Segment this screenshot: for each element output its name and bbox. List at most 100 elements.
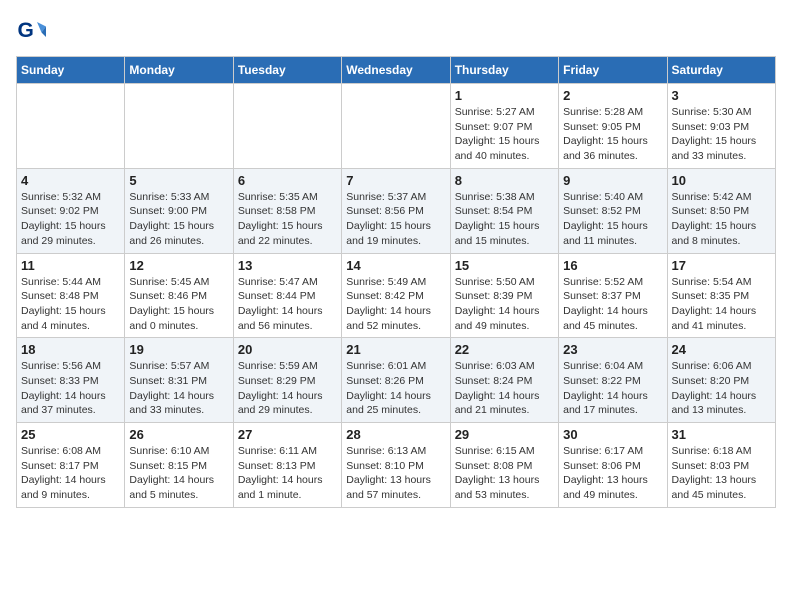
calendar-cell [342,84,450,169]
day-info: Sunrise: 5:32 AM Sunset: 9:02 PM Dayligh… [21,190,120,249]
day-number: 13 [238,258,337,273]
calendar-week-row: 11 Sunrise: 5:44 AM Sunset: 8:48 PM Dayli… [17,253,776,338]
calendar-cell: 6 Sunrise: 5:35 AM Sunset: 8:58 PM Daylig… [233,168,341,253]
calendar-cell: 20 Sunrise: 5:59 AM Sunset: 8:29 PM Dayli… [233,338,341,423]
calendar-cell: 2 Sunrise: 5:28 AM Sunset: 9:05 PM Daylig… [559,84,667,169]
calendar-cell: 13 Sunrise: 5:47 AM Sunset: 8:44 PM Dayli… [233,253,341,338]
calendar-cell: 11 Sunrise: 5:44 AM Sunset: 8:48 PM Dayli… [17,253,125,338]
day-info: Sunrise: 5:42 AM Sunset: 8:50 PM Dayligh… [672,190,771,249]
day-number: 29 [455,427,554,442]
day-info: Sunrise: 5:47 AM Sunset: 8:44 PM Dayligh… [238,275,337,334]
calendar-cell: 4 Sunrise: 5:32 AM Sunset: 9:02 PM Daylig… [17,168,125,253]
calendar-cell: 22 Sunrise: 6:03 AM Sunset: 8:24 PM Dayli… [450,338,558,423]
day-info: Sunrise: 5:38 AM Sunset: 8:54 PM Dayligh… [455,190,554,249]
day-info: Sunrise: 5:30 AM Sunset: 9:03 PM Dayligh… [672,105,771,164]
day-info: Sunrise: 6:03 AM Sunset: 8:24 PM Dayligh… [455,359,554,418]
day-number: 16 [563,258,662,273]
day-number: 5 [129,173,228,188]
day-number: 20 [238,342,337,357]
calendar-cell: 18Sunrise: 5:56 AM Sunset: 8:33 PM Dayli… [17,338,125,423]
day-number: 18 [21,342,120,357]
day-number: 3 [672,88,771,103]
weekday-header-wednesday: Wednesday [342,57,450,84]
weekday-header-friday: Friday [559,57,667,84]
day-info: Sunrise: 6:06 AM Sunset: 8:20 PM Dayligh… [672,359,771,418]
day-number: 28 [346,427,445,442]
day-info: Sunrise: 5:49 AM Sunset: 8:42 PM Dayligh… [346,275,445,334]
day-number: 22 [455,342,554,357]
day-number: 12 [129,258,228,273]
calendar-week-row: 1Sunrise: 5:27 AM Sunset: 9:07 PM Daylig… [17,84,776,169]
day-number: 2 [563,88,662,103]
calendar-cell: 17 Sunrise: 5:54 AM Sunset: 8:35 PM Dayli… [667,253,775,338]
calendar-header-row: SundayMondayTuesdayWednesdayThursdayFrid… [17,57,776,84]
calendar-cell: 29Sunrise: 6:15 AM Sunset: 8:08 PM Dayli… [450,423,558,508]
day-info: Sunrise: 5:28 AM Sunset: 9:05 PM Dayligh… [563,105,662,164]
calendar-cell: 31 Sunrise: 6:18 AM Sunset: 8:03 PM Dayli… [667,423,775,508]
day-info: Sunrise: 5:35 AM Sunset: 8:58 PM Dayligh… [238,190,337,249]
calendar-cell: 14Sunrise: 5:49 AM Sunset: 8:42 PM Dayli… [342,253,450,338]
calendar-cell: 5 Sunrise: 5:33 AM Sunset: 9:00 PM Daylig… [125,168,233,253]
day-number: 25 [21,427,120,442]
svg-text:G: G [18,19,34,42]
day-number: 24 [672,342,771,357]
day-info: Sunrise: 5:50 AM Sunset: 8:39 PM Dayligh… [455,275,554,334]
day-number: 30 [563,427,662,442]
day-number: 6 [238,173,337,188]
calendar-cell [125,84,233,169]
day-info: Sunrise: 6:11 AM Sunset: 8:13 PM Dayligh… [238,444,337,503]
day-info: Sunrise: 5:27 AM Sunset: 9:07 PM Dayligh… [455,105,554,164]
day-number: 31 [672,427,771,442]
weekday-header-tuesday: Tuesday [233,57,341,84]
calendar-cell: 9 Sunrise: 5:40 AM Sunset: 8:52 PM Daylig… [559,168,667,253]
calendar-cell: 8Sunrise: 5:38 AM Sunset: 8:54 PM Daylig… [450,168,558,253]
calendar-cell: 21 Sunrise: 6:01 AM Sunset: 8:26 PM Dayli… [342,338,450,423]
calendar-cell: 23 Sunrise: 6:04 AM Sunset: 8:22 PM Dayli… [559,338,667,423]
day-number: 21 [346,342,445,357]
day-number: 15 [455,258,554,273]
day-info: Sunrise: 5:40 AM Sunset: 8:52 PM Dayligh… [563,190,662,249]
calendar-cell: 10 Sunrise: 5:42 AM Sunset: 8:50 PM Dayli… [667,168,775,253]
calendar-cell: 12Sunrise: 5:45 AM Sunset: 8:46 PM Dayli… [125,253,233,338]
day-info: Sunrise: 6:01 AM Sunset: 8:26 PM Dayligh… [346,359,445,418]
calendar-cell [17,84,125,169]
calendar-cell: 7 Sunrise: 5:37 AM Sunset: 8:56 PM Daylig… [342,168,450,253]
day-info: Sunrise: 6:17 AM Sunset: 8:06 PM Dayligh… [563,444,662,503]
calendar-cell: 3 Sunrise: 5:30 AM Sunset: 9:03 PM Daylig… [667,84,775,169]
logo-icon: G [16,16,46,46]
day-number: 27 [238,427,337,442]
calendar-cell: 28Sunrise: 6:13 AM Sunset: 8:10 PM Dayli… [342,423,450,508]
calendar-cell: 25 Sunrise: 6:08 AM Sunset: 8:17 PM Dayli… [17,423,125,508]
day-number: 4 [21,173,120,188]
day-info: Sunrise: 6:08 AM Sunset: 8:17 PM Dayligh… [21,444,120,503]
day-info: Sunrise: 6:04 AM Sunset: 8:22 PM Dayligh… [563,359,662,418]
day-number: 11 [21,258,120,273]
day-info: Sunrise: 5:33 AM Sunset: 9:00 PM Dayligh… [129,190,228,249]
day-info: Sunrise: 5:54 AM Sunset: 8:35 PM Dayligh… [672,275,771,334]
calendar-cell: 26 Sunrise: 6:10 AM Sunset: 8:15 PM Dayli… [125,423,233,508]
day-number: 7 [346,173,445,188]
day-number: 26 [129,427,228,442]
day-number: 17 [672,258,771,273]
weekday-header-saturday: Saturday [667,57,775,84]
day-info: Sunrise: 5:59 AM Sunset: 8:29 PM Dayligh… [238,359,337,418]
calendar-cell [233,84,341,169]
day-info: Sunrise: 6:10 AM Sunset: 8:15 PM Dayligh… [129,444,228,503]
day-info: Sunrise: 5:57 AM Sunset: 8:31 PM Dayligh… [129,359,228,418]
day-info: Sunrise: 5:44 AM Sunset: 8:48 PM Dayligh… [21,275,120,334]
day-number: 23 [563,342,662,357]
weekday-header-thursday: Thursday [450,57,558,84]
day-number: 19 [129,342,228,357]
day-number: 9 [563,173,662,188]
day-number: 10 [672,173,771,188]
calendar-cell: 1Sunrise: 5:27 AM Sunset: 9:07 PM Daylig… [450,84,558,169]
day-info: Sunrise: 6:18 AM Sunset: 8:03 PM Dayligh… [672,444,771,503]
calendar-week-row: 4 Sunrise: 5:32 AM Sunset: 9:02 PM Daylig… [17,168,776,253]
calendar-week-row: 25 Sunrise: 6:08 AM Sunset: 8:17 PM Dayli… [17,423,776,508]
day-info: Sunrise: 5:37 AM Sunset: 8:56 PM Dayligh… [346,190,445,249]
calendar-table: SundayMondayTuesdayWednesdayThursdayFrid… [16,56,776,508]
calendar-cell: 19 Sunrise: 5:57 AM Sunset: 8:31 PM Dayli… [125,338,233,423]
logo: G [16,16,50,46]
calendar-cell: 24 Sunrise: 6:06 AM Sunset: 8:20 PM Dayli… [667,338,775,423]
day-info: Sunrise: 5:52 AM Sunset: 8:37 PM Dayligh… [563,275,662,334]
